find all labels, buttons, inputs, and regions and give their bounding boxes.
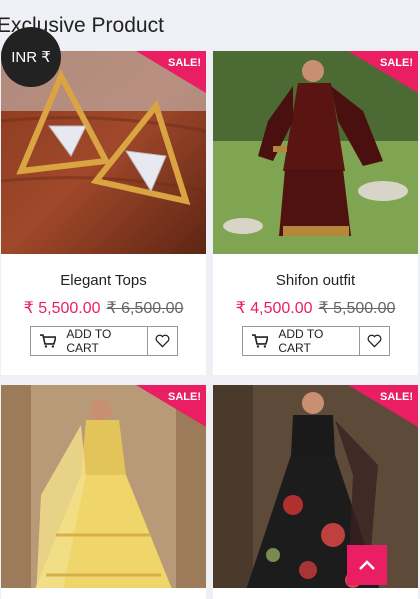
wishlist-button[interactable] <box>147 326 178 356</box>
heart-icon <box>367 334 381 348</box>
product-old-price: ₹ 5,500.00 <box>318 300 396 317</box>
product-card[interactable]: SALE! Shifon outfit ₹ 4,500.00 ₹ 5,500.00… <box>213 51 418 375</box>
currency-switcher[interactable]: INR ₹ <box>1 27 61 87</box>
price-row: ₹ 5,500.00 ₹ 6,500.00 <box>1 298 206 318</box>
product-name[interactable]: Elegant Tops <box>1 272 206 289</box>
add-to-cart-label: ADD TO CART <box>278 327 324 355</box>
sale-badge: SALE! <box>380 57 413 69</box>
sale-badge: SALE! <box>380 391 413 403</box>
product-image[interactable]: SALE! <box>213 51 418 254</box>
product-old-price: ₹ 6,500.00 <box>106 300 184 317</box>
add-to-cart-label: ADD TO CART <box>66 327 112 355</box>
product-price: ₹ 4,500.00 <box>235 300 313 317</box>
cart-icon <box>251 334 269 348</box>
cart-icon <box>39 334 57 348</box>
add-to-cart-button[interactable]: ADD TO CART <box>241 326 360 356</box>
wishlist-button[interactable] <box>359 326 390 356</box>
product-card[interactable]: SALE! <box>1 385 206 599</box>
product-image[interactable]: SALE! <box>1 385 206 588</box>
sale-badge: SALE! <box>168 391 201 403</box>
sale-badge: SALE! <box>168 57 201 69</box>
product-card[interactable]: SALE! <box>213 385 418 599</box>
product-price: ₹ 5,500.00 <box>23 300 101 317</box>
chevron-up-icon <box>359 560 375 570</box>
price-row: ₹ 4,500.00 ₹ 5,500.00 <box>213 298 418 318</box>
product-name[interactable]: Shifon outfit <box>213 272 418 289</box>
scroll-to-top-button[interactable] <box>347 545 387 585</box>
heart-icon <box>155 334 169 348</box>
add-to-cart-button[interactable]: ADD TO CART <box>29 326 148 356</box>
product-image[interactable]: SALE! <box>213 385 418 588</box>
product-card[interactable]: SALE! Elegant Tops ₹ 5,500.00 ₹ 6,500.00 … <box>1 51 206 375</box>
